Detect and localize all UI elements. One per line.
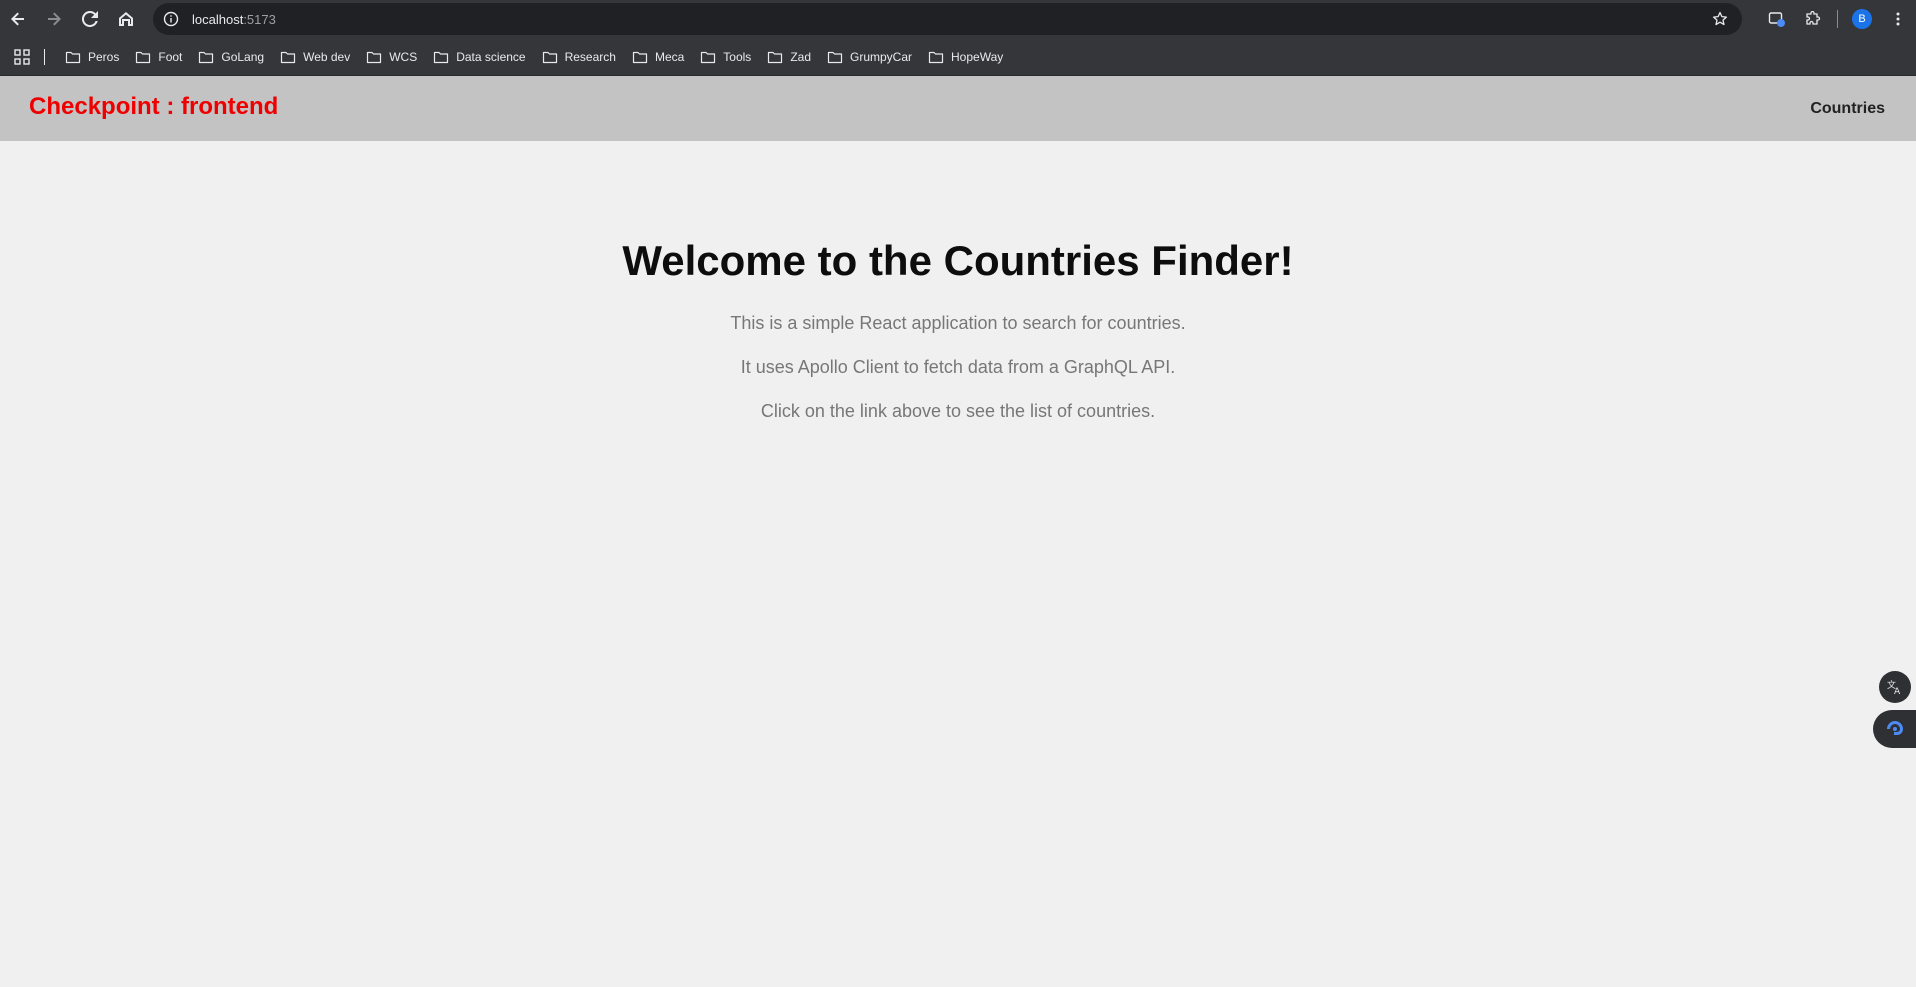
bookmark-label: Foot bbox=[158, 49, 183, 64]
bookmark-label: GoLang bbox=[221, 49, 265, 64]
back-button[interactable] bbox=[0, 0, 36, 38]
assistant-side-tab[interactable] bbox=[1873, 710, 1916, 748]
bookmark-folder[interactable]: Tools bbox=[692, 43, 759, 71]
address-bar[interactable]: localhost:5173 bbox=[153, 3, 1742, 35]
arrow-left-icon bbox=[11, 12, 24, 26]
avatar: B bbox=[1852, 9, 1872, 29]
translate-icon: 文A bbox=[1887, 679, 1901, 696]
brand-title: Checkpoint : frontend bbox=[29, 93, 279, 120]
bookmark-folder[interactable]: GoLang bbox=[190, 43, 272, 71]
bookmark-folder-list: Peros Foot GoLang Web dev WCS Data science Res… bbox=[57, 43, 1011, 71]
svg-text:A: A bbox=[1894, 687, 1901, 696]
puzzle-icon bbox=[1806, 11, 1821, 25]
bookmarks-bar: Peros Foot GoLang Web dev WCS Data science Res… bbox=[0, 38, 1916, 76]
folder-icon bbox=[632, 49, 648, 65]
intro-paragraph: Click on the link above to see the list … bbox=[760, 401, 1156, 421]
bookmark-folder[interactable]: Data science bbox=[425, 43, 533, 71]
kebab-menu-icon bbox=[1896, 12, 1900, 26]
bookmarks-divider bbox=[44, 48, 45, 65]
bookmark-label: Zad bbox=[790, 49, 811, 64]
bookmark-folder[interactable]: Zad bbox=[759, 43, 819, 71]
folder-icon bbox=[767, 49, 783, 65]
bookmark-folder[interactable]: GrumpyCar bbox=[819, 43, 920, 71]
extensions-button[interactable] bbox=[1795, 0, 1831, 38]
bookmark-label: Peros bbox=[88, 49, 120, 64]
arrow-right-icon bbox=[48, 12, 61, 26]
folder-icon bbox=[366, 49, 382, 65]
window-icon bbox=[1768, 12, 1785, 27]
url-port: :5173 bbox=[243, 11, 276, 27]
countries-nav-link[interactable]: Countries bbox=[1810, 100, 1885, 118]
reload-button[interactable] bbox=[72, 0, 108, 38]
toolbar-actions: B bbox=[1759, 0, 1916, 38]
bookmark-label: Research bbox=[564, 49, 616, 64]
bookmark-label: Tools bbox=[723, 49, 752, 64]
toolbar-divider bbox=[1837, 10, 1838, 28]
bookmark-folder[interactable]: Peros bbox=[57, 43, 127, 71]
site-info-icon[interactable] bbox=[163, 11, 179, 27]
bookmark-folder[interactable]: Web dev bbox=[272, 43, 358, 71]
app-header: Checkpoint : frontend Countries bbox=[0, 76, 1916, 141]
folder-icon bbox=[928, 49, 944, 65]
folder-icon bbox=[198, 49, 214, 65]
tab-search-button[interactable] bbox=[1759, 0, 1795, 38]
bookmark-label: Web dev bbox=[303, 49, 351, 64]
bookmark-folder[interactable]: Meca bbox=[624, 43, 692, 71]
folder-icon bbox=[433, 49, 449, 65]
folder-icon bbox=[827, 49, 843, 65]
bookmark-folder[interactable]: Research bbox=[534, 43, 624, 71]
page-title: Welcome to the Countries Finder! bbox=[622, 237, 1294, 284]
folder-icon bbox=[65, 49, 81, 65]
reload-icon bbox=[82, 11, 98, 27]
apps-grid-icon[interactable] bbox=[14, 48, 30, 65]
bookmark-label: HopeWay bbox=[951, 49, 1004, 64]
bookmark-folder[interactable]: WCS bbox=[358, 43, 425, 71]
menu-button[interactable] bbox=[1880, 0, 1916, 38]
profile-button[interactable]: B bbox=[1844, 0, 1880, 38]
bookmark-label: Meca bbox=[654, 49, 685, 64]
forward-button[interactable] bbox=[36, 0, 72, 38]
url-host: localhost bbox=[192, 11, 244, 27]
assistant-logo-icon bbox=[1886, 721, 1903, 735]
translate-widget-button[interactable]: 文A bbox=[1879, 671, 1911, 703]
bookmark-folder[interactable]: Foot bbox=[127, 43, 190, 71]
home-button[interactable] bbox=[108, 0, 144, 38]
bookmark-star-icon[interactable] bbox=[1712, 11, 1728, 27]
bookmark-label: WCS bbox=[389, 49, 418, 64]
folder-icon bbox=[135, 49, 151, 65]
intro-paragraph: This is a simple React application to se… bbox=[730, 313, 1186, 333]
url-text: localhost:5173 bbox=[192, 12, 276, 27]
bookmark-folder[interactable]: HopeWay bbox=[920, 43, 1011, 71]
bookmark-label: GrumpyCar bbox=[850, 49, 913, 64]
intro-paragraph: It uses Apollo Client to fetch data from… bbox=[740, 357, 1176, 377]
folder-icon bbox=[542, 49, 558, 65]
folder-icon bbox=[700, 49, 716, 65]
folder-icon bbox=[280, 49, 296, 65]
home-icon bbox=[119, 12, 133, 26]
bookmark-label: Data science bbox=[456, 49, 526, 64]
browser-toolbar: localhost:5173 B bbox=[0, 0, 1916, 38]
